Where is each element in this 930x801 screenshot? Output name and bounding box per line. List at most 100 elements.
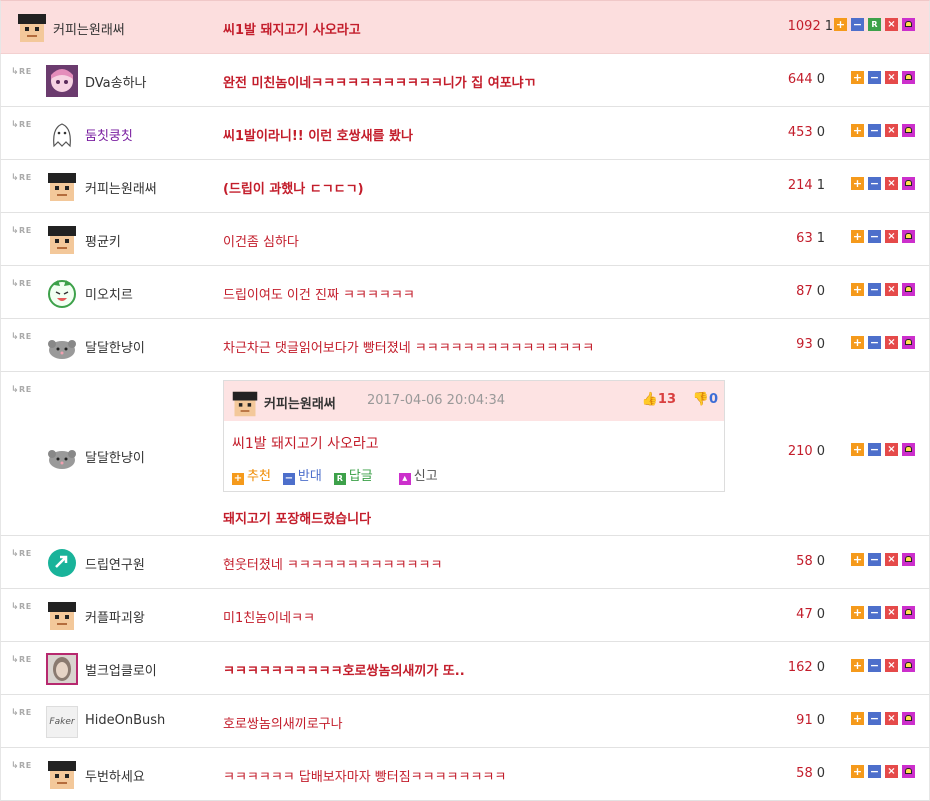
recommend-button[interactable]: + <box>851 124 864 137</box>
delete-button[interactable]: × <box>885 443 898 456</box>
comment-text: 드립이여도 이건 진짜 ㅋㅋㅋㅋㅋㅋ <box>223 288 415 303</box>
oppose-button[interactable]: − <box>868 336 881 349</box>
like-count: 644 <box>787 72 813 87</box>
user-nickname[interactable]: 커피는원래써 <box>53 19 125 38</box>
quote-oppose-button[interactable]: − 반대 <box>282 465 322 485</box>
delete-button[interactable]: × <box>885 553 898 566</box>
delete-button[interactable]: × <box>885 230 898 243</box>
oppose-button[interactable]: − <box>868 765 881 778</box>
user-avatar[interactable] <box>46 330 78 362</box>
oppose-button[interactable]: − <box>868 712 881 725</box>
vote-counts: 210 0 <box>788 444 825 459</box>
user-nickname[interactable]: 달달한냥이 <box>85 337 145 356</box>
oppose-button[interactable]: − <box>868 124 881 137</box>
user-avatar[interactable] <box>46 600 78 632</box>
recommend-button[interactable]: + <box>851 177 864 190</box>
report-button[interactable] <box>902 283 915 296</box>
delete-button[interactable]: × <box>885 18 898 31</box>
user-avatar[interactable] <box>46 65 78 97</box>
like-count: 91 <box>796 713 813 728</box>
delete-button[interactable]: × <box>885 283 898 296</box>
report-button[interactable] <box>902 553 915 566</box>
reply-indicator: ↳RE <box>11 549 32 559</box>
user-avatar[interactable] <box>46 224 78 256</box>
quote-report-button[interactable]: ▴ 신고 <box>398 465 438 485</box>
dislike-count: 0 <box>816 660 825 675</box>
reply-indicator: ↳RE <box>11 708 32 718</box>
delete-button[interactable]: × <box>885 124 898 137</box>
recommend-button[interactable]: + <box>851 606 864 619</box>
recommend-button[interactable]: + <box>851 712 864 725</box>
oppose-button[interactable]: − <box>868 71 881 84</box>
oppose-button[interactable]: − <box>868 177 881 190</box>
recommend-button[interactable]: + <box>851 283 864 296</box>
delete-button[interactable]: × <box>885 765 898 778</box>
user-nickname[interactable]: 두번하세요 <box>85 766 145 785</box>
recommend-button[interactable]: + <box>851 71 864 84</box>
quote-recommend-button[interactable]: + 추천 <box>232 465 271 485</box>
user-avatar[interactable]: Faker <box>46 706 78 738</box>
user-nickname[interactable]: 둠칫쿵칫 <box>85 125 133 144</box>
recommend-button[interactable]: + <box>851 443 864 456</box>
quote-reply-button[interactable]: R 답글 <box>333 465 373 485</box>
recommend-button[interactable]: + <box>834 18 847 31</box>
report-button[interactable] <box>902 606 915 619</box>
like-count: 210 <box>787 444 813 459</box>
user-avatar[interactable] <box>46 653 78 685</box>
oppose-button[interactable]: − <box>868 230 881 243</box>
user-avatar[interactable] <box>46 171 78 203</box>
delete-button[interactable]: × <box>885 606 898 619</box>
delete-button[interactable]: × <box>885 712 898 725</box>
report-button[interactable] <box>902 124 915 137</box>
user-nickname[interactable]: 달달한냥이 <box>85 447 145 466</box>
oppose-button[interactable]: − <box>868 659 881 672</box>
report-button[interactable] <box>902 659 915 672</box>
user-avatar[interactable] <box>46 547 78 579</box>
reply-button[interactable]: R <box>868 18 881 31</box>
recommend-button[interactable]: + <box>851 765 864 778</box>
oppose-button[interactable]: − <box>868 606 881 619</box>
user-nickname[interactable]: 벌크업클로이 <box>85 660 157 679</box>
comment-text: 씨1발 돼지고기 사오라고 <box>223 23 361 38</box>
user-avatar[interactable] <box>16 12 48 44</box>
report-button[interactable] <box>902 230 915 243</box>
user-avatar <box>232 391 258 417</box>
recommend-button[interactable]: + <box>851 336 864 349</box>
oppose-button[interactable]: − <box>868 553 881 566</box>
recommend-button[interactable]: + <box>851 553 864 566</box>
user-avatar[interactable] <box>46 440 78 472</box>
dislike-count: 0 <box>816 284 825 299</box>
report-button[interactable] <box>902 712 915 725</box>
report-button[interactable] <box>902 177 915 190</box>
user-avatar[interactable] <box>46 118 78 150</box>
user-nickname[interactable]: 평균키 <box>85 231 121 250</box>
user-nickname[interactable]: 커플파괴왕 <box>85 607 145 626</box>
comment-actions: + − × <box>851 71 915 84</box>
reply-indicator: ↳RE <box>11 761 32 771</box>
report-button[interactable] <box>902 18 915 31</box>
user-nickname[interactable]: 드립연구원 <box>85 554 145 573</box>
comment-actions: + − × <box>851 336 915 349</box>
dislike-count: 1 <box>816 231 825 246</box>
user-avatar[interactable] <box>46 759 78 791</box>
user-nickname[interactable]: HideOnBush <box>85 713 165 728</box>
user-nickname[interactable]: DVa송하나 <box>85 72 147 91</box>
report-button[interactable] <box>902 443 915 456</box>
delete-button[interactable]: × <box>885 177 898 190</box>
report-button[interactable] <box>902 336 915 349</box>
oppose-button[interactable]: − <box>868 443 881 456</box>
delete-button[interactable]: × <box>885 659 898 672</box>
user-nickname[interactable]: 미오치르 <box>85 284 133 303</box>
oppose-button[interactable]: − <box>868 283 881 296</box>
report-button[interactable] <box>902 71 915 84</box>
recommend-button[interactable]: + <box>851 230 864 243</box>
recommend-button[interactable]: + <box>851 659 864 672</box>
like-count: 63 <box>796 231 813 246</box>
delete-button[interactable]: × <box>885 71 898 84</box>
user-avatar[interactable] <box>46 277 78 309</box>
user-nickname[interactable]: 커피는원래써 <box>85 178 157 197</box>
comment-actions: + − × <box>851 230 915 243</box>
delete-button[interactable]: × <box>885 336 898 349</box>
report-button[interactable] <box>902 765 915 778</box>
oppose-button[interactable]: − <box>851 18 864 31</box>
